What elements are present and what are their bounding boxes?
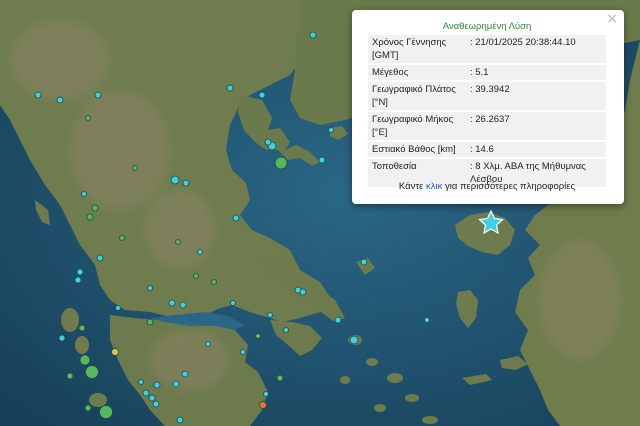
event-marker[interactable] xyxy=(264,138,272,146)
detail-label: Χρόνος Γέννησης [GMT] xyxy=(368,35,466,63)
event-marker[interactable] xyxy=(349,335,359,345)
event-marker[interactable] xyxy=(267,312,273,318)
detail-label: Γεωγραφικό Πλάτος [°N] xyxy=(368,82,466,110)
event-marker[interactable] xyxy=(99,405,113,419)
detail-row-origin-time: Χρόνος Γέννησης [GMT] : 21/01/2025 20:38… xyxy=(368,35,606,63)
detail-label: Εστιακό Βάθος [km] xyxy=(368,142,466,157)
event-marker[interactable] xyxy=(85,365,99,379)
detail-value: : 14.6 xyxy=(466,142,606,157)
event-marker[interactable] xyxy=(334,316,342,324)
event-marker[interactable] xyxy=(193,273,199,279)
event-marker[interactable] xyxy=(172,380,180,388)
event-marker[interactable] xyxy=(230,300,236,306)
event-marker[interactable] xyxy=(76,268,84,276)
event-marker[interactable] xyxy=(182,179,190,187)
event-marker[interactable] xyxy=(424,317,430,323)
event-marker[interactable] xyxy=(152,400,160,408)
detail-row-longitude: Γεωγραφικό Μήκος [°E] : 26.2637 xyxy=(368,112,606,140)
event-marker[interactable] xyxy=(34,91,42,99)
detail-value: : 21/01/2025 20:38:44.10 xyxy=(466,35,606,63)
event-marker[interactable] xyxy=(94,91,102,99)
detail-label: Γεωγραφικό Μήκος [°E] xyxy=(368,112,466,140)
event-marker[interactable] xyxy=(226,84,234,92)
event-marker[interactable] xyxy=(175,239,181,245)
event-marker[interactable] xyxy=(78,324,86,332)
event-marker[interactable] xyxy=(79,354,91,366)
event-marker[interactable] xyxy=(258,91,266,99)
event-marker[interactable] xyxy=(147,285,153,291)
event-marker[interactable] xyxy=(197,249,203,255)
event-marker[interactable] xyxy=(263,391,269,397)
event-marker[interactable] xyxy=(170,175,180,185)
event-marker[interactable] xyxy=(138,379,144,385)
event-marker[interactable] xyxy=(205,341,211,347)
detail-value: : 39.3942 xyxy=(466,82,606,110)
event-marker[interactable] xyxy=(148,394,156,402)
event-marker[interactable] xyxy=(81,191,87,197)
event-marker[interactable] xyxy=(259,401,267,409)
event-marker[interactable] xyxy=(115,305,121,311)
event-marker[interactable] xyxy=(84,404,92,412)
event-marker[interactable] xyxy=(276,374,284,382)
event-marker[interactable] xyxy=(168,299,176,307)
event-marker[interactable] xyxy=(153,381,161,389)
event-marker[interactable] xyxy=(56,96,64,104)
event-marker[interactable] xyxy=(91,204,99,212)
footer-pre-text: Κάντε xyxy=(398,181,426,192)
event-marker[interactable] xyxy=(85,115,91,121)
event-marker[interactable] xyxy=(58,334,66,342)
detail-row-magnitude: Μέγεθος : 5.1 xyxy=(368,65,606,80)
event-marker[interactable] xyxy=(274,156,288,170)
event-marker[interactable] xyxy=(360,258,368,266)
event-marker[interactable] xyxy=(283,327,289,333)
more-info-link[interactable]: κλικ xyxy=(426,181,442,192)
event-marker[interactable] xyxy=(309,31,317,39)
more-info-text: Κάντε κλικ για περισσότερες πληροφορίες xyxy=(368,181,606,192)
event-marker[interactable] xyxy=(111,348,119,356)
event-marker[interactable] xyxy=(211,279,217,285)
close-icon[interactable]: × xyxy=(606,11,618,27)
detail-row-latitude: Γεωγραφικό Πλάτος [°N] : 39.3942 xyxy=(368,82,606,110)
detail-value: : 26.2637 xyxy=(466,112,606,140)
event-marker[interactable] xyxy=(66,372,74,380)
event-marker[interactable] xyxy=(240,349,246,355)
event-marker[interactable] xyxy=(96,254,104,262)
event-marker[interactable] xyxy=(299,288,307,296)
event-marker[interactable] xyxy=(146,318,154,326)
event-marker[interactable] xyxy=(74,276,82,284)
detail-row-depth: Εστιακό Βάθος [km] : 14.6 xyxy=(368,142,606,157)
popup-title: Αναθεωρημένη Λύση xyxy=(442,21,532,32)
event-marker[interactable] xyxy=(132,165,138,171)
event-marker[interactable] xyxy=(142,389,150,397)
event-marker[interactable] xyxy=(119,235,125,241)
event-info-popup: × Αναθεωρημένη Λύση Χρόνος Γέννησης [GMT… xyxy=(352,10,624,204)
footer-post-text: για περισσότερες πληροφορίες xyxy=(442,181,576,192)
detail-label: Μέγεθος xyxy=(368,65,466,80)
event-marker[interactable] xyxy=(318,156,326,164)
event-marker[interactable] xyxy=(86,213,94,221)
event-marker[interactable] xyxy=(176,416,184,424)
event-marker[interactable] xyxy=(181,370,189,378)
detail-value: : 5.1 xyxy=(466,65,606,80)
event-marker[interactable] xyxy=(179,301,187,309)
event-marker[interactable] xyxy=(232,214,240,222)
event-details-table: Χρόνος Γέννησης [GMT] : 21/01/2025 20:38… xyxy=(368,33,606,189)
event-marker[interactable] xyxy=(328,127,334,133)
event-marker[interactable] xyxy=(255,333,261,339)
